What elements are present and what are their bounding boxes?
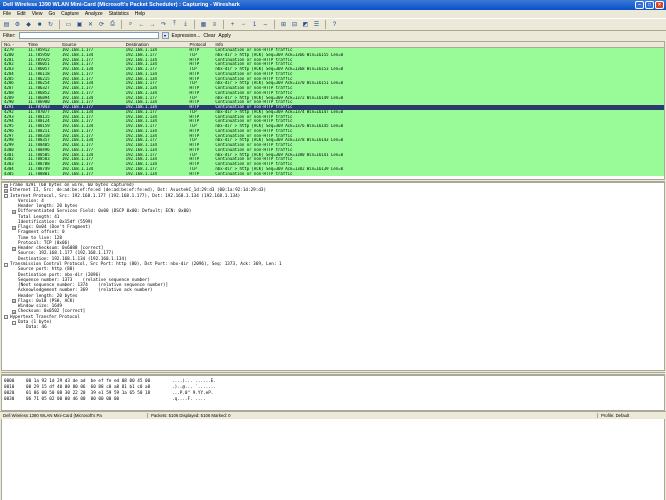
cell-no: 4305 — [4, 171, 14, 176]
go-first-icon[interactable]: ⤒ — [170, 20, 179, 29]
close-button[interactable]: × — [655, 1, 664, 9]
status-profile[interactable]: Profile: Default — [598, 413, 629, 418]
capture-filters-icon[interactable]: ⊞ — [279, 20, 288, 29]
expand-icon[interactable]: + — [12, 225, 16, 230]
open-icon[interactable]: ▭ — [64, 20, 73, 29]
maximize-button[interactable]: □ — [645, 1, 654, 9]
find-icon[interactable]: ⌕ — [126, 20, 135, 29]
cell-protocol: HTTP — [189, 171, 200, 176]
column-header-time[interactable]: Time — [26, 42, 60, 47]
cell-time: 11.788801 — [27, 171, 50, 176]
toolbar-separator — [223, 20, 224, 29]
zoom-in-icon[interactable]: + — [228, 20, 237, 29]
toolbar-separator — [59, 20, 60, 29]
hex-offset: 0030 — [4, 397, 15, 402]
status-packets: Packets: 5106 Displayed: 5106 Marked: 0 — [148, 413, 598, 418]
filter-label: Filter: — [3, 32, 16, 39]
menu-edit[interactable]: Edit — [17, 11, 26, 17]
collapse-icon[interactable]: - — [4, 315, 8, 320]
menu-analyze[interactable]: Analyze — [85, 11, 103, 17]
collapse-icon[interactable]: - — [4, 194, 8, 199]
expand-icon[interactable]: + — [12, 310, 16, 314]
options-icon[interactable]: ⚙ — [13, 20, 22, 29]
expand-icon[interactable]: + — [12, 246, 16, 251]
toolbar-separator — [274, 20, 275, 29]
menu-bar: File Edit View Go Capture Analyze Statis… — [0, 10, 666, 18]
status-interface: Dell Wireless 1390 WLAN Mini-Card (Micro… — [0, 413, 148, 418]
packet-row[interactable]: 4305 11.788801 192.168.1.177 192.168.1.134 H… — [2, 171, 664, 177]
go-forward-icon[interactable]: → — [148, 20, 157, 29]
hex-bytes: 06 71 05 02 00 00 46 00 00 00 00 00 — [26, 397, 120, 402]
menu-help[interactable]: Help — [135, 11, 145, 17]
cell-destination: 192.168.1.134 — [125, 171, 157, 176]
column-header-protocol[interactable]: Protocol — [187, 42, 213, 47]
apply-button[interactable]: Apply — [218, 33, 231, 39]
print-icon[interactable]: ⎙ — [108, 20, 117, 29]
restart-capture-icon[interactable]: ↻ — [46, 20, 55, 29]
auto-scroll-icon[interactable]: ≡ — [210, 20, 219, 29]
column-header-no[interactable]: No. - — [2, 42, 26, 47]
cell-info: Continuation or non-HTTP traffic — [215, 171, 293, 176]
window-title-bar: Dell Wireless 1390 WLAN Mini-Card (Micro… — [0, 0, 666, 10]
start-capture-icon[interactable]: ◆ — [24, 20, 33, 29]
toolbar-separator — [325, 20, 326, 29]
column-header-info[interactable]: Info — [213, 42, 664, 47]
menu-file[interactable]: File — [3, 11, 11, 17]
go-last-icon[interactable]: ⤓ — [181, 20, 190, 29]
filter-input[interactable] — [18, 32, 159, 39]
preferences-icon[interactable]: ☰ — [312, 20, 321, 29]
coloring-rules-icon[interactable]: ◩ — [301, 20, 310, 29]
menu-view[interactable]: View — [32, 11, 43, 17]
toolbar-separator — [121, 20, 122, 29]
collapse-icon[interactable]: - — [12, 320, 16, 325]
empty-area — [1, 419, 665, 500]
toolbar-separator — [194, 20, 195, 29]
stop-capture-icon[interactable]: ■ — [35, 20, 44, 29]
packet-details-pane[interactable]: + Frame 4291 (60 bytes on wire, 60 bytes … — [1, 182, 665, 371]
packet-list[interactable]: 4279 11.785912 192.168.1.177 192.168.1.134 H… — [1, 48, 665, 179]
window-title: Dell Wireless 1390 WLAN Mini-Card (Micro… — [3, 2, 240, 8]
packet-list-header: No. - Time Source Destination Protocol I… — [1, 41, 665, 48]
packet-bytes-pane[interactable]: 0000 00 1a 92 1d 29 d3 de ad be ef fe ed … — [1, 375, 665, 411]
detail-text: Internet Protocol, Src: 192.168.1.177 (1… — [10, 193, 241, 199]
detail-text: Data: 46 — [26, 325, 47, 331]
reload-icon[interactable]: ⟳ — [97, 20, 106, 29]
clear-button[interactable]: Clear — [203, 33, 215, 39]
go-back-icon[interactable]: ← — [137, 20, 146, 29]
go-to-packet-icon[interactable]: ↷ — [159, 20, 168, 29]
filter-dropdown-icon[interactable]: ▾ — [161, 32, 169, 39]
hex-ascii: .q....F. .... — [172, 397, 206, 402]
menu-go[interactable]: Go — [48, 11, 55, 17]
interfaces-icon[interactable]: ▤ — [2, 20, 11, 29]
cell-source: 192.168.1.177 — [61, 171, 94, 176]
help-icon[interactable]: ? — [330, 20, 339, 29]
resize-columns-icon[interactable]: ⇔ — [261, 20, 270, 29]
close-file-icon[interactable]: ✕ — [86, 20, 95, 29]
expand-icon[interactable]: + — [12, 209, 16, 214]
zoom-normal-icon[interactable]: 1 — [250, 20, 259, 29]
detail-tree-item[interactable]: Data: 46 — [2, 325, 664, 330]
save-icon[interactable]: ▣ — [75, 20, 84, 29]
zoom-out-icon[interactable]: − — [239, 20, 248, 29]
status-bar: Dell Wireless 1390 WLAN Mini-Card (Micro… — [0, 411, 666, 419]
column-header-source[interactable]: Source — [60, 42, 124, 47]
minimize-button[interactable]: – — [635, 1, 644, 9]
expression-button[interactable]: Expression... — [172, 33, 201, 39]
hex-row[interactable]: 0030 06 71 05 02 00 00 46 00 00 00 00 00.… — [4, 397, 662, 403]
expand-icon[interactable]: + — [4, 188, 8, 193]
display-filters-icon[interactable]: ⊟ — [290, 20, 299, 29]
collapse-icon[interactable]: - — [4, 262, 8, 267]
expand-icon[interactable]: + — [4, 183, 8, 188]
menu-statistics[interactable]: Statistics — [109, 11, 129, 17]
colorize-icon[interactable]: ▦ — [199, 20, 208, 29]
column-header-destination[interactable]: Destination — [124, 42, 188, 47]
menu-capture[interactable]: Capture — [61, 11, 79, 17]
filter-bar: Filter: ▾ Expression... Clear Apply — [0, 31, 666, 40]
expand-icon[interactable]: + — [12, 299, 16, 304]
main-toolbar: ▤ ⚙ ◆ ■ ↻ ▭ ▣ ✕ ⟳ ⎙ ⌕ ← → ↷ ⤒ ⤓ ▦ ≡ + − … — [0, 18, 666, 31]
